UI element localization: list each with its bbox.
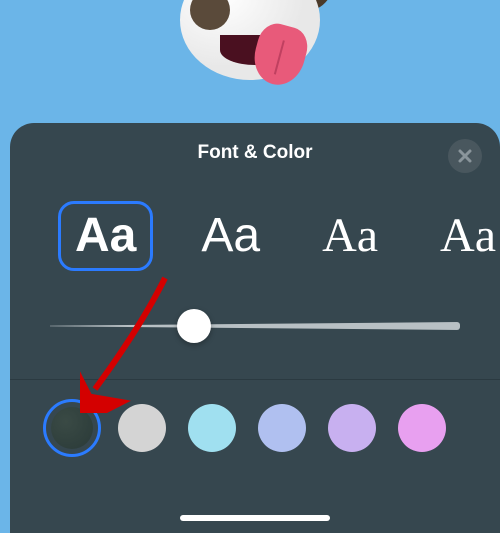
close-icon [457,148,473,164]
close-button[interactable] [448,139,482,173]
color-swatch-dark-teal[interactable] [48,404,96,452]
font-option-2[interactable]: Aa [187,204,274,268]
color-swatch-lavender[interactable] [328,404,376,452]
font-option-4[interactable]: Aa [426,204,500,268]
font-picker-row: Aa Aa Aa Aa [10,183,500,271]
font-size-slider[interactable] [10,301,500,351]
memoji-preview [150,0,350,120]
font-color-sheet: Font & Color Aa Aa Aa Aa [10,123,500,533]
color-swatch-sky-blue[interactable] [188,404,236,452]
color-swatch-pink[interactable] [398,404,446,452]
color-swatch-light-gray[interactable] [118,404,166,452]
slider-track [50,322,460,330]
color-picker-row [10,380,500,452]
color-swatch-periwinkle[interactable] [258,404,306,452]
sheet-title: Font & Color [197,142,312,164]
home-indicator[interactable] [180,515,330,521]
font-option-1[interactable]: Aa [58,201,153,271]
slider-thumb[interactable] [177,309,211,343]
font-option-3[interactable]: Aa [308,204,392,268]
sheet-header: Font & Color [10,123,500,183]
